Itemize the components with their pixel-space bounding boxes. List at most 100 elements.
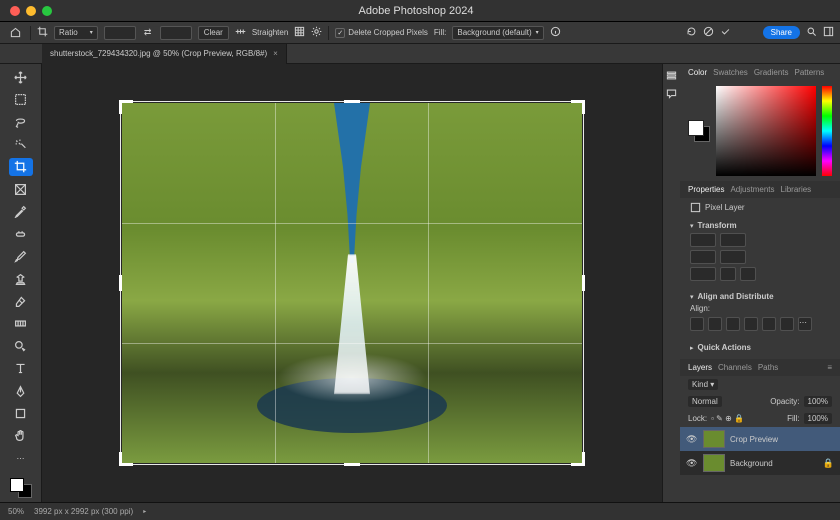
canvas-area[interactable] (42, 64, 662, 502)
maximize-window-button[interactable] (42, 6, 52, 16)
comments-panel-icon[interactable] (666, 88, 678, 100)
panel-menu-icon[interactable]: ≡ (827, 363, 832, 372)
move-tool[interactable] (9, 68, 33, 86)
visibility-toggle-icon[interactable]: 👁 (686, 434, 698, 445)
overlay-options-icon[interactable] (294, 26, 305, 39)
panel-color-swatches[interactable] (688, 120, 710, 142)
hand-tool[interactable] (9, 427, 33, 445)
minimize-window-button[interactable] (26, 6, 36, 16)
quick-actions-label[interactable]: Quick Actions (698, 343, 752, 352)
width-field[interactable] (690, 233, 716, 247)
crop-handle-top-left[interactable] (119, 100, 133, 114)
channels-tab[interactable]: Channels (718, 363, 752, 372)
healing-brush-tool[interactable] (9, 225, 33, 243)
properties-tab[interactable]: Properties (688, 185, 724, 194)
height-input[interactable] (160, 26, 192, 40)
home-button[interactable] (6, 26, 24, 40)
blend-mode-select[interactable]: Normal (688, 396, 722, 407)
align-center-v-icon[interactable] (762, 317, 776, 331)
adjustments-tab[interactable]: Adjustments (730, 185, 774, 194)
flip-v-button[interactable] (740, 267, 756, 281)
crop-tool[interactable] (9, 158, 33, 176)
align-center-h-icon[interactable] (708, 317, 722, 331)
layer-filter-select[interactable]: Kind ▾ (688, 379, 718, 390)
ratio-select[interactable]: Ratio▾ (54, 26, 98, 40)
shape-tool[interactable] (9, 404, 33, 422)
patterns-tab[interactable]: Patterns (795, 68, 825, 77)
document-image[interactable] (122, 103, 582, 463)
lasso-tool[interactable] (9, 113, 33, 131)
crop-handle-top-right[interactable] (571, 100, 585, 114)
hue-slider[interactable] (822, 86, 832, 176)
crop-handle-top[interactable] (344, 100, 360, 103)
paths-tab[interactable]: Paths (758, 363, 778, 372)
cancel-crop-icon[interactable] (703, 26, 714, 39)
brush-tool[interactable] (9, 247, 33, 265)
dodge-tool[interactable] (9, 337, 33, 355)
history-panel-icon[interactable] (666, 70, 678, 82)
libraries-tab[interactable]: Libraries (781, 185, 812, 194)
commit-crop-icon[interactable] (720, 26, 731, 39)
marquee-tool[interactable] (9, 90, 33, 108)
eyedropper-tool[interactable] (9, 203, 33, 221)
x-field[interactable] (720, 233, 746, 247)
fill-value[interactable]: 100% (804, 413, 832, 424)
fill-select[interactable]: Background (default)▾ (452, 26, 543, 40)
rotate-field[interactable] (690, 267, 716, 281)
width-input[interactable] (104, 26, 136, 40)
frame-tool[interactable] (9, 180, 33, 198)
gradients-tab[interactable]: Gradients (754, 68, 789, 77)
y-field[interactable] (720, 250, 746, 264)
straighten-icon[interactable] (235, 26, 246, 39)
foreground-color-swatch[interactable] (10, 478, 24, 492)
align-left-icon[interactable] (690, 317, 704, 331)
align-more-icon[interactable]: ⋯ (798, 317, 812, 331)
zoom-level[interactable]: 50% (8, 507, 24, 516)
magic-wand-tool[interactable] (9, 135, 33, 153)
fill-label-layers: Fill: (787, 414, 799, 423)
crop-handle-bottom-left[interactable] (119, 452, 133, 466)
align-top-icon[interactable] (744, 317, 758, 331)
crop-handle-right[interactable] (582, 275, 585, 291)
type-tool[interactable] (9, 359, 33, 377)
eraser-tool[interactable] (9, 292, 33, 310)
transform-section-label[interactable]: Transform (698, 221, 737, 230)
flip-h-button[interactable] (720, 267, 736, 281)
layer-row-background[interactable]: 👁 Background 🔒 (680, 451, 840, 475)
status-chevron-icon[interactable]: ▸ (143, 508, 146, 515)
document-dimensions[interactable]: 3992 px x 2992 px (300 ppi) (34, 507, 133, 516)
lock-icons[interactable]: ▫ ✎ ⊕ 🔒 (711, 414, 744, 423)
settings-gear-icon[interactable] (311, 26, 322, 39)
swap-dimensions-icon[interactable]: ⇄ (142, 27, 154, 38)
align-right-icon[interactable] (726, 317, 740, 331)
search-icon[interactable] (806, 26, 817, 39)
reset-icon[interactable] (686, 26, 697, 39)
crop-handle-bottom-right[interactable] (571, 452, 585, 466)
gradient-tool[interactable] (9, 315, 33, 333)
height-field[interactable] (690, 250, 716, 264)
color-tab[interactable]: Color (688, 68, 707, 77)
color-swatches[interactable] (10, 478, 32, 498)
align-sublabel: Align: (690, 304, 710, 313)
workspace-icon[interactable] (823, 26, 834, 39)
layer-row-crop-preview[interactable]: 👁 Crop Preview (680, 427, 840, 451)
align-bottom-icon[interactable] (780, 317, 794, 331)
info-icon[interactable] (550, 26, 561, 39)
pen-tool[interactable] (9, 382, 33, 400)
opacity-value[interactable]: 100% (804, 396, 832, 407)
layers-tab[interactable]: Layers (688, 363, 712, 372)
visibility-toggle-icon[interactable]: 👁 (686, 458, 698, 469)
clear-button[interactable]: Clear (198, 26, 229, 40)
crop-handle-bottom[interactable] (344, 463, 360, 466)
close-window-button[interactable] (10, 6, 20, 16)
crop-handle-left[interactable] (119, 275, 122, 291)
close-tab-icon[interactable]: × (273, 49, 278, 58)
delete-cropped-checkbox[interactable]: Delete Cropped Pixels (335, 28, 428, 38)
share-button[interactable]: Share (763, 26, 800, 39)
document-tab[interactable]: shutterstock_729434320.jpg @ 50% (Crop P… (42, 44, 287, 64)
expand-tools-icon[interactable]: ⋯ (9, 449, 33, 467)
align-section-label[interactable]: Align and Distribute (698, 292, 774, 301)
clone-stamp-tool[interactable] (9, 270, 33, 288)
swatches-tab[interactable]: Swatches (713, 68, 748, 77)
color-field[interactable] (716, 86, 816, 176)
